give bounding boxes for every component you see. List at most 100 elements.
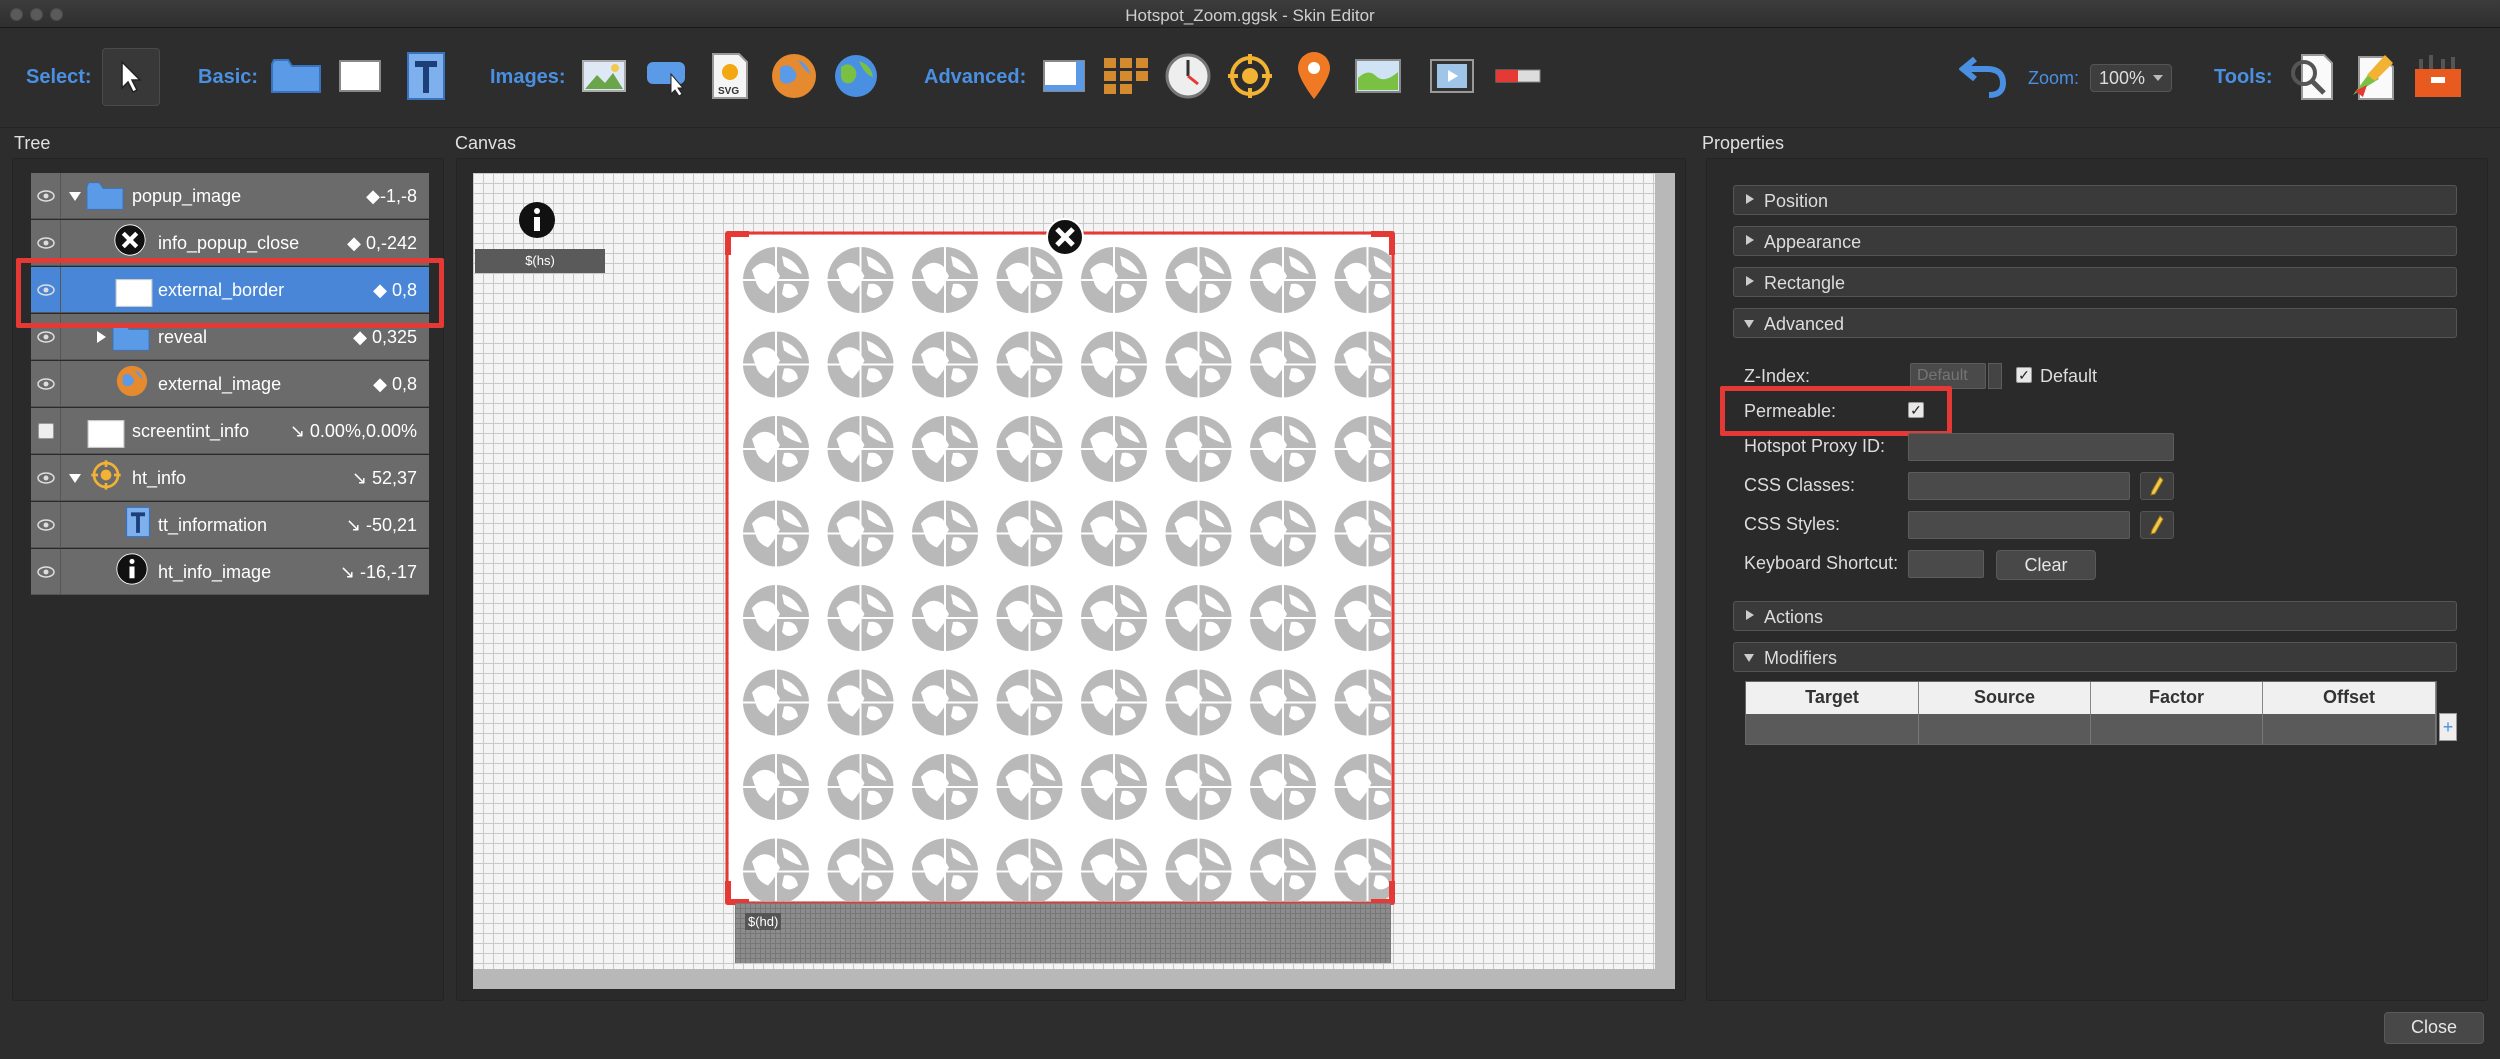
clear-shortcut-button[interactable]: Clear — [1996, 550, 2096, 580]
info-icon[interactable] — [518, 201, 556, 239]
video-icon — [1430, 59, 1474, 93]
text-tool-button[interactable] — [398, 48, 454, 104]
eye-icon[interactable] — [31, 502, 61, 548]
column-header-offset[interactable]: Offset — [2263, 682, 2436, 714]
tree-row-label: ht_info_image — [158, 562, 272, 582]
chevron-down-icon — [2153, 75, 2163, 81]
skin-style-tool-button[interactable] — [2346, 48, 2402, 104]
add-modifier-button[interactable]: + — [2439, 713, 2457, 741]
tree-row-popup-image[interactable]: popup_image ◆-1,-8 — [31, 173, 429, 219]
visibility-checkbox[interactable] — [31, 408, 61, 454]
svg-tool-button[interactable]: SVG — [702, 48, 758, 104]
undo-button[interactable] — [1956, 48, 2012, 104]
toolbox-icon — [2415, 55, 2461, 97]
proxy-id-label: Hotspot Proxy ID: — [1744, 436, 1886, 456]
section-rectangle[interactable]: Rectangle — [1733, 267, 2457, 297]
css-classes-input[interactable] — [1908, 472, 2130, 500]
scroll-area-icon — [1043, 60, 1085, 92]
globe-image-icon — [772, 54, 816, 98]
scrollarea-tool-button[interactable] — [1036, 48, 1092, 104]
vertical-scrollbar[interactable] — [1655, 173, 1675, 989]
zoom-label: Zoom: — [2028, 68, 2080, 88]
search-tool-button[interactable] — [2284, 48, 2340, 104]
z-index-default-checkbox[interactable]: ✓ — [2016, 367, 2032, 383]
table-cell[interactable] — [1919, 714, 2091, 744]
tree-row-external-image[interactable]: external_image ◆ 0,8 — [31, 361, 429, 407]
table-cell[interactable] — [1746, 714, 1919, 744]
image-icon — [582, 60, 626, 92]
window-title: Hotspot_Zoom.ggsk - Skin Editor — [1125, 6, 1375, 25]
video-tool-button[interactable] — [1424, 48, 1480, 104]
section-advanced[interactable]: Advanced — [1733, 308, 2457, 338]
tree-row-coord: ↘ -16,-17 — [339, 562, 417, 582]
tree-row-ht-info-image[interactable]: ht_info_image ↘ -16,-17 — [31, 549, 429, 595]
panorama-image-tool-button[interactable] — [766, 48, 822, 104]
text-icon — [125, 506, 151, 538]
container-tool-button[interactable] — [268, 48, 324, 104]
cloner-tool-button[interactable] — [1098, 48, 1154, 104]
column-header-target[interactable]: Target — [1746, 682, 1919, 714]
progress-tool-button[interactable] — [1490, 48, 1546, 104]
close-circle-icon[interactable] — [1045, 217, 1085, 257]
tree-row-coord: ◆ 0,-242 — [347, 233, 417, 253]
section-modifiers[interactable]: Modifiers — [1733, 642, 2457, 672]
eye-icon[interactable] — [31, 549, 61, 595]
edit-css-classes-button[interactable] — [2140, 472, 2174, 500]
info-circle-icon — [116, 553, 148, 585]
tree-selection-highlight — [16, 258, 444, 328]
select-tool-button[interactable] — [102, 48, 160, 106]
horizontal-scrollbar[interactable] — [473, 969, 1675, 989]
expand-arrow-icon[interactable] — [69, 192, 81, 201]
map-tool-button[interactable] — [1350, 48, 1406, 104]
hotspot-image-tool-button[interactable] — [640, 48, 696, 104]
pencil-icon — [2150, 515, 2164, 535]
column-header-source[interactable]: Source — [1919, 682, 2091, 714]
section-label: Actions — [1764, 607, 1824, 627]
css-classes-label: CSS Classes: — [1744, 475, 1856, 495]
section-label: Modifiers — [1764, 648, 1838, 668]
section-position[interactable]: Position — [1733, 185, 2457, 215]
cloud-image-tool-button[interactable] — [828, 48, 884, 104]
map-pin-tool-button[interactable] — [1286, 48, 1342, 104]
zoom-select[interactable]: 100% — [2090, 64, 2172, 92]
image-tool-button[interactable] — [576, 48, 632, 104]
modifiers-table: Target Source Factor Offset — [1745, 681, 2437, 745]
z-index-stepper[interactable] — [1988, 363, 2002, 389]
table-cell[interactable] — [2263, 714, 2436, 744]
tree-row-ht-info[interactable]: ht_info ↘ 52,37 — [31, 455, 429, 501]
checkbox-icon — [37, 423, 54, 439]
tree-row-screentint-info[interactable]: screentint_info ↘ 0.00%,0.00% — [31, 408, 429, 454]
proxy-id-input[interactable] — [1908, 433, 2174, 461]
section-appearance[interactable]: Appearance — [1733, 226, 2457, 256]
zoom-value: 100% — [2099, 68, 2146, 88]
edit-css-styles-button[interactable] — [2140, 511, 2174, 539]
pencil-icon — [2150, 476, 2164, 496]
images-label: Images: — [490, 66, 566, 88]
basic-label: Basic: — [198, 66, 259, 88]
hotspot-tool-button[interactable] — [1222, 48, 1278, 104]
close-button[interactable]: Close — [2384, 1012, 2484, 1044]
expand-arrow-icon[interactable] — [97, 331, 106, 343]
undo-icon — [1959, 56, 2007, 98]
column-header-factor[interactable]: Factor — [2091, 682, 2263, 714]
eye-icon[interactable] — [31, 455, 61, 501]
hotspot-label: $(hs) — [475, 249, 605, 273]
table-cell[interactable] — [2091, 714, 2263, 744]
rectangle-tool-button[interactable] — [332, 48, 388, 104]
title-bar: Hotspot_Zoom.ggsk - Skin Editor — [0, 0, 2500, 28]
tree-row-tt-information[interactable]: tt_information ↘ -50,21 — [31, 502, 429, 548]
timer-tool-button[interactable] — [1160, 48, 1216, 104]
eye-icon[interactable] — [31, 361, 61, 407]
folder-icon — [86, 182, 124, 210]
keyboard-shortcut-input[interactable] — [1908, 550, 1984, 578]
tree-row-coord: ◆ 0,8 — [373, 374, 417, 394]
expand-arrow-icon[interactable] — [69, 474, 81, 483]
tree-row-coord: ◆-1,-8 — [366, 186, 417, 206]
eye-icon[interactable] — [31, 173, 61, 219]
canvas-view[interactable]: $(hs) $(hd) — [473, 173, 1675, 989]
section-actions[interactable]: Actions — [1733, 601, 2457, 631]
select-label: Select: — [26, 66, 92, 88]
tree-panel-title: Tree — [14, 133, 51, 153]
tools-button[interactable] — [2410, 48, 2466, 104]
css-styles-input[interactable] — [1908, 511, 2130, 539]
